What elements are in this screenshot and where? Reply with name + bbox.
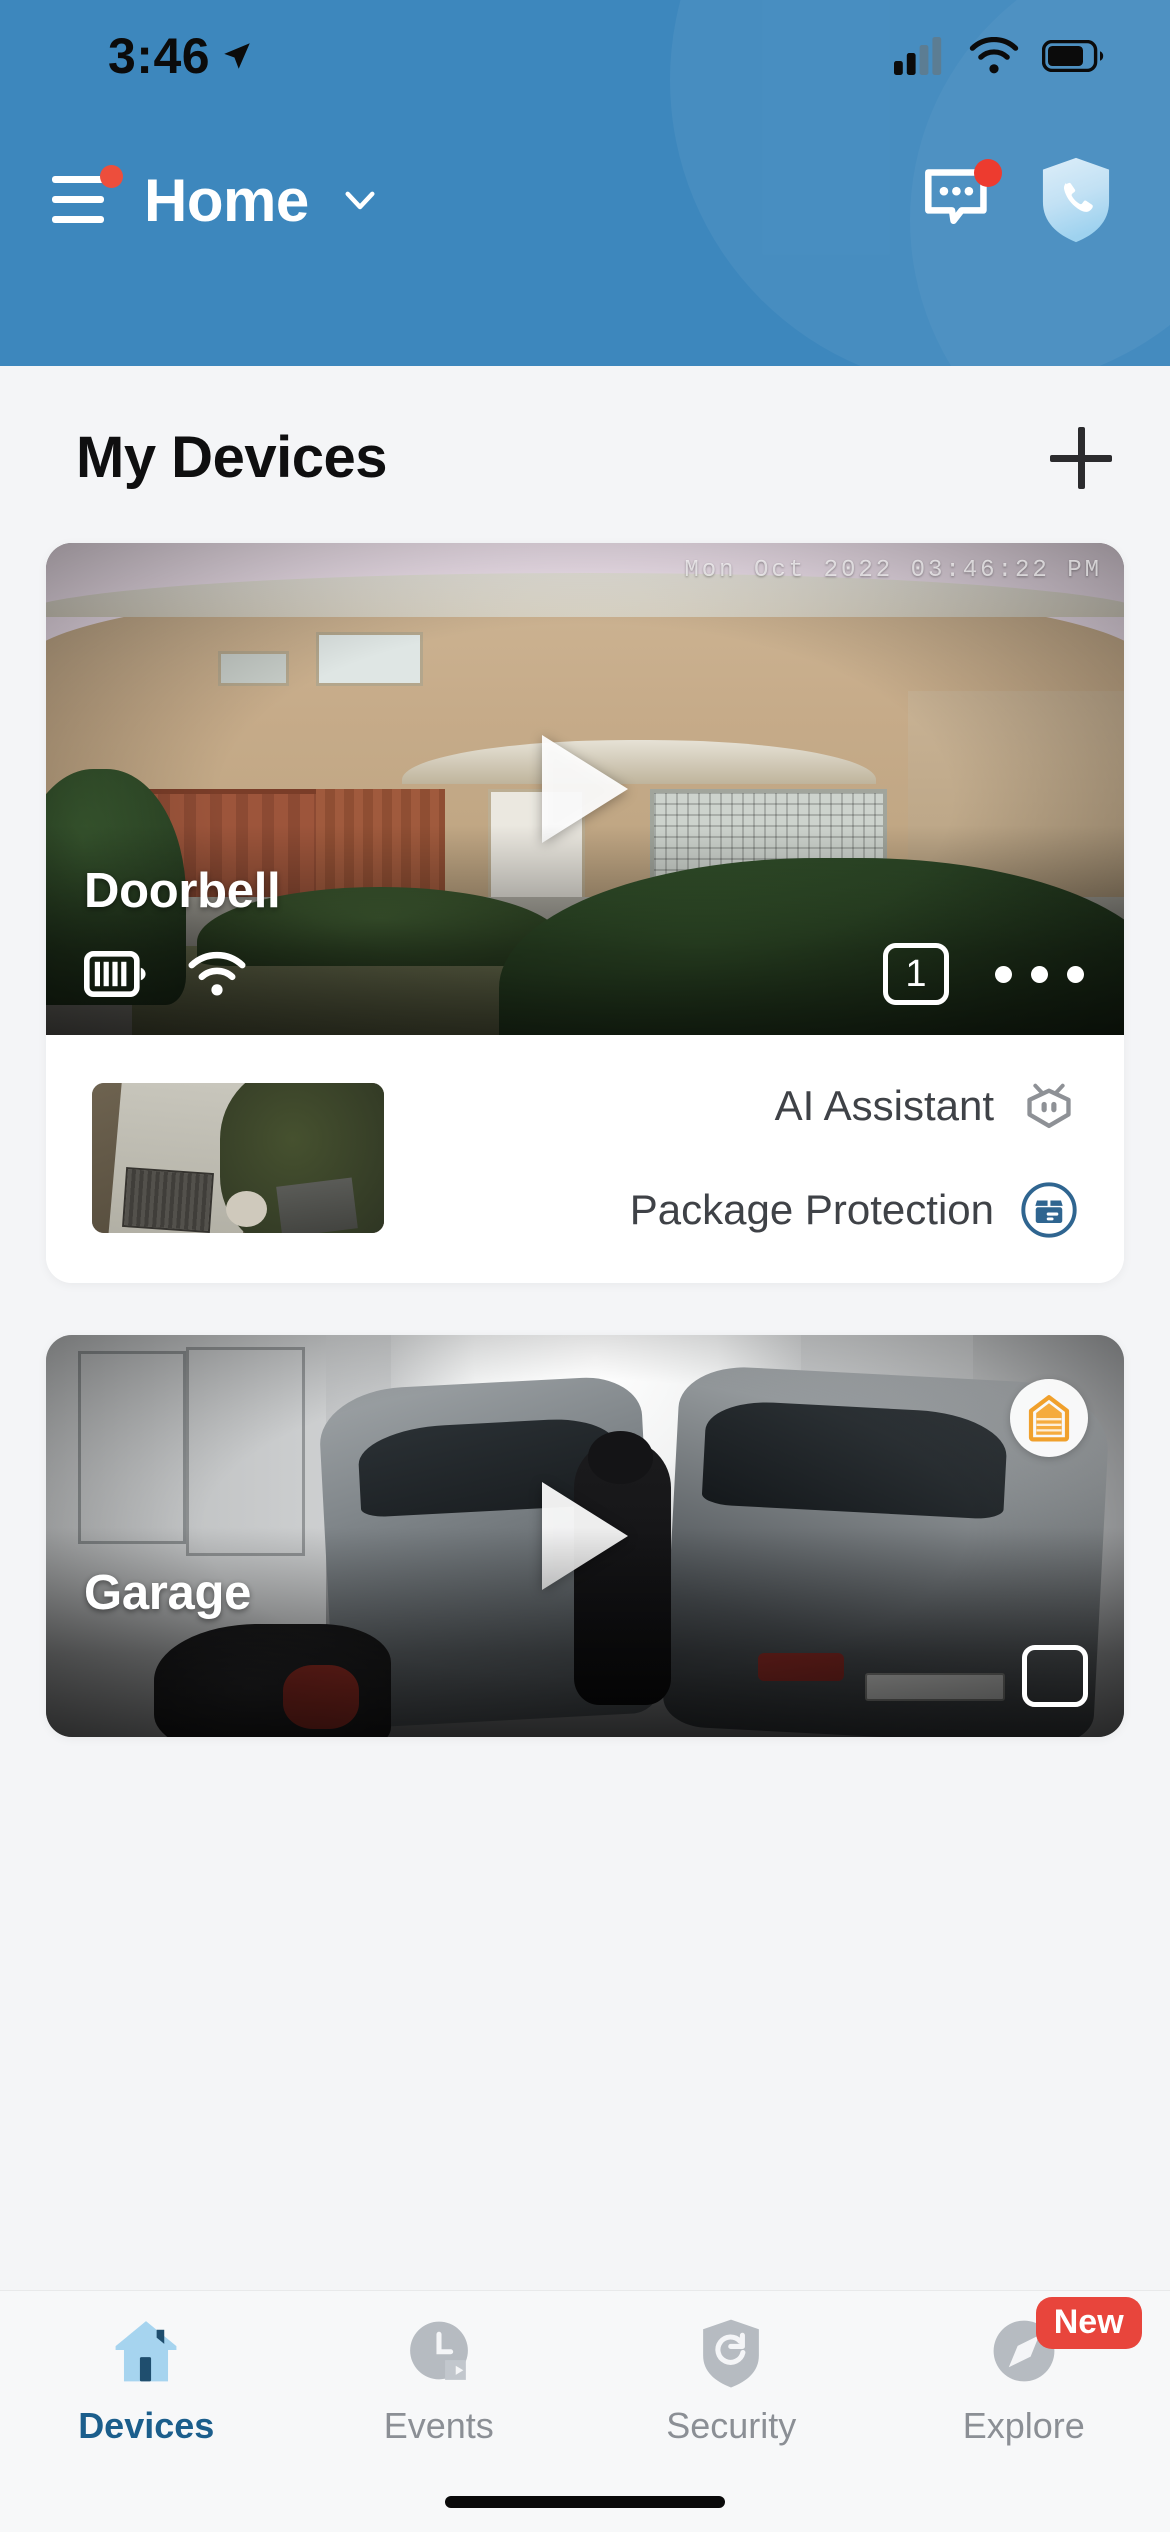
tab-label-security: Security: [666, 2405, 797, 2446]
clock-video-icon: [409, 2321, 468, 2380]
status-bar-left: 3:46: [108, 31, 254, 81]
feature-list: AI Assistant Package Protection: [630, 1077, 1078, 1239]
chat-notification-badge: [974, 159, 1002, 187]
garage-actions: [1022, 1645, 1088, 1707]
thumb-box: [276, 1177, 358, 1233]
device-card-garage[interactable]: Garage: [46, 1335, 1124, 1737]
play-icon[interactable]: [542, 735, 628, 843]
tab-security[interactable]: Security: [585, 2313, 878, 2447]
bottom-tab-bar: Devices Events Security Explore New: [0, 2290, 1170, 2532]
garage-count-badge[interactable]: [1022, 1645, 1088, 1707]
device-name-garage: Garage: [84, 1566, 252, 1620]
doorbell-actions: 1: [883, 943, 1088, 1005]
device-name-doorbell: Doorbell: [84, 864, 281, 918]
tab-label-events: Events: [383, 2405, 494, 2446]
section-header: My Devices: [0, 366, 1170, 491]
chevron-down-icon[interactable]: [339, 179, 381, 221]
wifi-icon: [188, 951, 246, 996]
camera-timestamp-overlay: Mon Oct 2022 03:46:22 PM: [684, 557, 1102, 584]
tab-label-explore: Explore: [962, 2405, 1085, 2446]
more-horizontal-icon[interactable]: [991, 956, 1088, 993]
garage-door-icon[interactable]: [1010, 1379, 1088, 1457]
garage-overlay: Garage: [46, 1565, 1124, 1737]
feature-ai-assistant[interactable]: AI Assistant: [775, 1077, 1078, 1135]
device-card-doorbell[interactable]: Mon Oct 2022 03:46:22 PM Doorbell 1 AI A…: [46, 543, 1124, 1283]
status-bar-right: [894, 37, 1104, 75]
garage-camera-preview[interactable]: Garage: [46, 1335, 1124, 1737]
feature-panel: AI Assistant Package Protection: [46, 1035, 1124, 1283]
doorbell-overlay: Doorbell 1: [46, 863, 1124, 1035]
home-indicator: [445, 2496, 725, 2508]
header-nav-left: Home: [52, 165, 381, 235]
thumb-doormat: [122, 1167, 214, 1233]
ai-robot-icon: [1027, 1083, 1071, 1129]
app-header: 3:46 Home: [0, 0, 1170, 366]
app-screen: 3:46 Home My Devices Mon Oct 2022 03:46:…: [0, 0, 1170, 2532]
home-location-label[interactable]: Home: [144, 166, 309, 235]
tab-explore[interactable]: Explore New: [878, 2297, 1170, 2447]
doorbell-status-icons: [84, 950, 248, 998]
home-icon: [115, 2321, 177, 2382]
shield-icon: [703, 2319, 760, 2388]
thumb-rock: [226, 1191, 268, 1227]
feature-label-ai-assistant: AI Assistant: [774, 1082, 994, 1129]
hamburger-menu-icon[interactable]: [52, 165, 123, 226]
doorbell-overlay-row: 1: [84, 943, 1088, 1005]
battery-icon: [1042, 40, 1104, 72]
header-nav-right: [920, 154, 1116, 246]
tab-devices[interactable]: Devices: [0, 2313, 293, 2447]
main-content: My Devices Mon Oct 2022 03:46:22 PM Door…: [0, 366, 1170, 2532]
cellular-signal-icon: [894, 37, 942, 75]
battery-full-icon: [84, 951, 146, 997]
tab-label-devices: Devices: [78, 2405, 215, 2446]
explore-new-badge: New: [1035, 2297, 1142, 2349]
garage-overlay-row: [84, 1645, 1088, 1707]
tab-events[interactable]: Events: [293, 2313, 586, 2447]
device-count-badge[interactable]: 1: [883, 943, 949, 1005]
status-bar-time: 3:46: [108, 28, 211, 84]
chat-bubble-icon[interactable]: [920, 159, 1002, 239]
plus-icon[interactable]: [1050, 426, 1112, 489]
feature-label-package-protection: Package Protection: [629, 1186, 994, 1233]
doorbell-camera-preview[interactable]: Mon Oct 2022 03:46:22 PM Doorbell 1: [46, 543, 1124, 1035]
package-box-icon: [1021, 1182, 1077, 1238]
location-arrow-icon: [224, 43, 250, 69]
event-thumbnail[interactable]: [92, 1083, 384, 1233]
shield-phone-icon[interactable]: [1036, 154, 1116, 246]
page-title: My Devices: [76, 425, 387, 490]
feature-package-protection[interactable]: Package Protection: [630, 1181, 1078, 1239]
header-nav-row: Home: [0, 140, 1170, 260]
wifi-icon: [969, 37, 1019, 74]
hamburger-notification-badge: [100, 165, 123, 188]
status-bar: 3:46: [0, 0, 1170, 112]
